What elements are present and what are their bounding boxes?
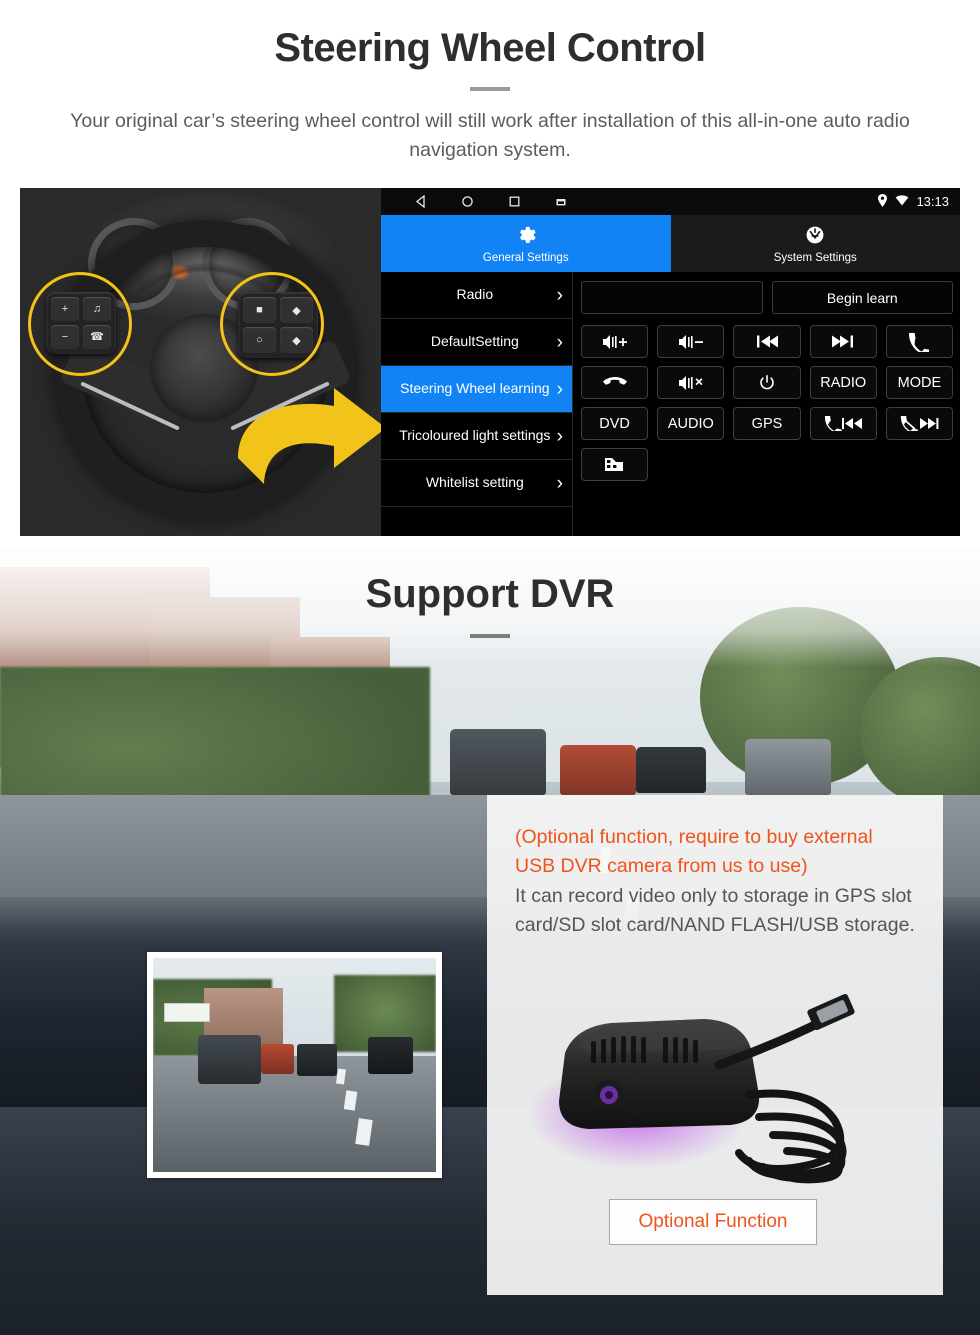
phone-previous-key[interactable] (809, 407, 877, 440)
steering-learn-panel: Begin learn RADIO MODE DVD AUDIO GPS (573, 272, 960, 536)
dvr-optional-note: (Optional function, require to buy exter… (515, 826, 873, 878)
page-title: Steering Wheel Control (274, 26, 706, 70)
vehicle (745, 739, 831, 795)
answer-call-key[interactable] (885, 325, 953, 358)
gear-icon (515, 224, 537, 249)
chevron-right-icon: › (556, 331, 563, 353)
menu-item-label: Tricoloured light settings (399, 427, 551, 444)
status-indicators: 13:13 (877, 188, 949, 215)
android-head-unit: 13:13 General Settings System Settings R… (381, 188, 960, 536)
steering-section-header: Steering Wheel Control Your original car… (0, 0, 980, 166)
previous-track-key[interactable] (733, 325, 801, 358)
system-logo-icon (804, 224, 826, 249)
volume-down-key[interactable] (657, 325, 725, 358)
phone-next-key[interactable] (885, 407, 953, 440)
menu-item-whitelist-setting[interactable]: Whitelist setting › (381, 460, 572, 507)
dvr-title-divider (470, 634, 510, 638)
menu-item-label: Whitelist setting (425, 474, 524, 491)
steering-wheel-photo: + ♫ − ☎ ■ ◆ ○ ◆ (20, 188, 381, 536)
menu-item-tricoloured-light-settings[interactable]: Tricoloured light settings › (381, 413, 572, 460)
home-icon[interactable] (461, 195, 474, 208)
product-detail-page: Steering Wheel Control Your original car… (0, 0, 980, 1335)
dvr-title: Support DVR (365, 572, 615, 616)
menu-item-label: Steering Wheel learning (400, 380, 550, 397)
tab-general-settings-label: General Settings (482, 251, 569, 264)
android-status-bar: 13:13 (381, 188, 960, 215)
dvr-info-card: (Optional function, require to buy exter… (487, 795, 943, 1295)
optional-function-button[interactable]: Optional Function (609, 1199, 817, 1245)
dvr-section-header: Support DVR (0, 572, 980, 638)
settings-menu-list: Radio › DefaultSetting › Steering Wheel … (381, 272, 573, 536)
audio-key[interactable]: AUDIO (657, 407, 725, 440)
menu-item-label: DefaultSetting (430, 333, 519, 350)
location-pin-icon (877, 193, 888, 210)
dashcam-capture-inset (147, 952, 442, 1178)
settings-body: Radio › DefaultSetting › Steering Wheel … (381, 272, 960, 536)
settings-tabs: General Settings System Settings (381, 215, 960, 272)
back-icon[interactable] (414, 195, 427, 208)
menu-item-default-setting[interactable]: DefaultSetting › (381, 319, 572, 366)
next-track-key[interactable] (809, 325, 877, 358)
tab-system-settings-label: System Settings (773, 251, 857, 264)
vehicle (450, 729, 546, 795)
recents-icon[interactable] (508, 195, 521, 208)
radio-key[interactable]: RADIO (809, 366, 877, 399)
learn-controls-row: Begin learn (581, 281, 953, 314)
tab-general-settings[interactable]: General Settings (381, 215, 671, 272)
vehicle (560, 745, 636, 795)
vehicle (636, 747, 706, 793)
dvd-key[interactable]: DVD (581, 407, 649, 440)
mode-key[interactable]: MODE (885, 366, 953, 399)
title-divider (470, 87, 510, 91)
car-key[interactable] (581, 448, 649, 481)
tab-system-settings[interactable]: System Settings (670, 215, 960, 272)
steering-media-row: + ♫ − ☎ ■ ◆ ○ ◆ 13:13 General Settings S… (20, 188, 960, 536)
screenshot-icon[interactable] (555, 196, 567, 208)
begin-learn-button[interactable]: Begin learn (771, 281, 953, 314)
mute-key[interactable] (657, 366, 725, 399)
menu-item-label: Radio (456, 286, 494, 303)
dvr-camera-product-image (487, 945, 943, 1235)
highlight-circle-right (220, 272, 324, 376)
menu-item-radio[interactable]: Radio › (381, 272, 572, 319)
end-call-key[interactable] (581, 366, 649, 399)
steering-key-grid: RADIO MODE DVD AUDIO GPS (581, 325, 953, 481)
wifi-icon (895, 194, 909, 209)
chevron-right-icon: › (556, 425, 563, 447)
learn-status-field[interactable] (581, 281, 763, 314)
clock-time: 13:13 (916, 194, 949, 209)
android-nav-bar (381, 195, 567, 208)
volume-up-key[interactable] (581, 325, 649, 358)
chevron-right-icon: › (556, 378, 563, 400)
page-subtitle: Your original car’s steering wheel contr… (70, 110, 910, 162)
chevron-right-icon: › (556, 284, 563, 306)
dvr-detail-note: It can record video only to storage in G… (515, 884, 915, 936)
highlight-circle-left (28, 272, 132, 376)
menu-item-steering-wheel-learning[interactable]: Steering Wheel learning › (381, 366, 572, 413)
power-key[interactable] (733, 366, 801, 399)
dashcam-capture-image (153, 958, 436, 1172)
yellow-arrow-icon (230, 384, 381, 494)
gps-key[interactable]: GPS (733, 407, 801, 440)
chevron-right-icon: › (556, 472, 563, 494)
